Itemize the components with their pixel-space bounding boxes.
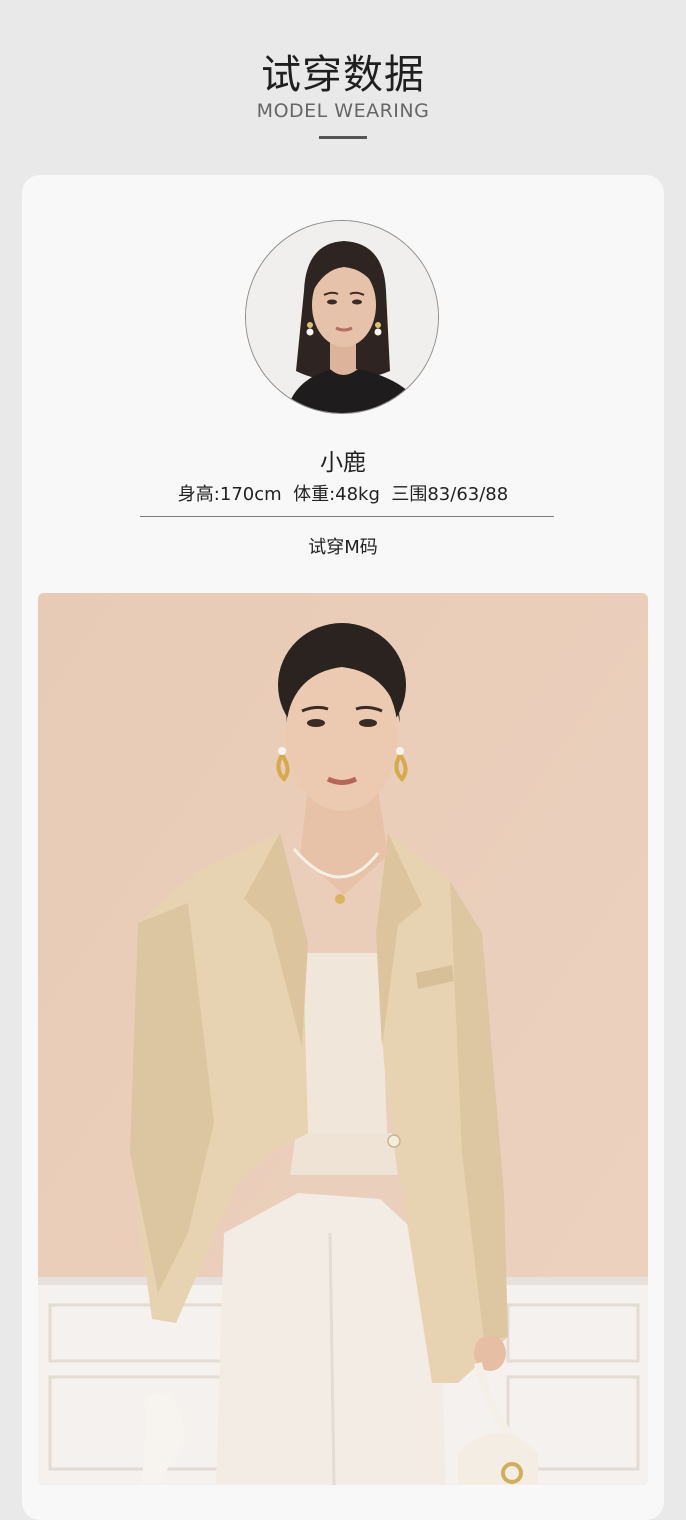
model-wearing-image [38, 593, 648, 1485]
model-measurements: 身高:170cm 体重:48kg 三围83/63/88 [177, 484, 509, 505]
avatar-portrait-image [246, 221, 438, 413]
size-tried-label: 试穿M码 [308, 537, 378, 558]
section-header: 试穿数据 MODEL WEARING [0, 0, 686, 175]
model-avatar [245, 220, 439, 414]
model-name: 小鹿 [320, 450, 366, 476]
section-subtitle: MODEL WEARING [256, 100, 430, 122]
title-underline [319, 136, 367, 139]
section-title: 试穿数据 [261, 52, 425, 98]
info-divider [140, 516, 554, 517]
model-card: 小鹿 身高:170cm 体重:48kg 三围83/63/88 试穿M码 [22, 175, 664, 1520]
model-photo [38, 593, 648, 1485]
